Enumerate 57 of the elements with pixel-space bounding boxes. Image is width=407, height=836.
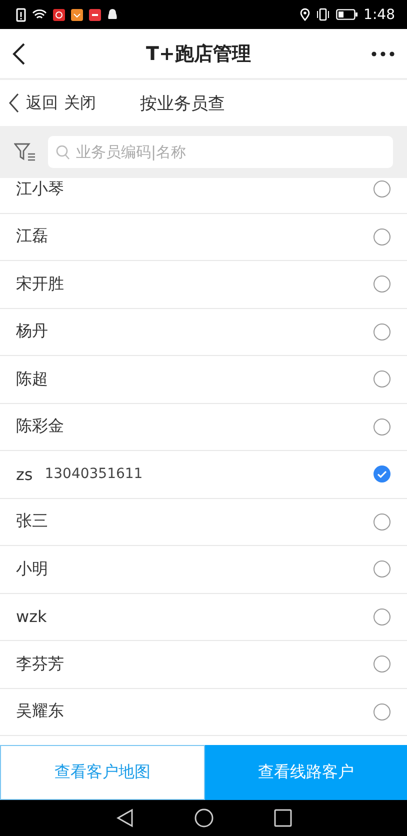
salesperson-name: 小明 (16, 558, 48, 580)
status-time: 1:48 (364, 6, 395, 22)
radio-button[interactable] (373, 655, 391, 674)
salesperson-name: 吴耀东 (16, 701, 64, 722)
radio-button[interactable] (373, 465, 391, 484)
back-icon[interactable] (12, 42, 26, 66)
salesperson-name: 江小琴 (16, 178, 64, 200)
salesperson-name: 宋开胜 (16, 274, 64, 295)
radio-button[interactable] (373, 322, 391, 341)
radio-button[interactable] (373, 512, 391, 531)
battery-icon (336, 9, 358, 20)
salesperson-item[interactable]: 张三 (0, 498, 407, 546)
radio-button[interactable] (373, 228, 391, 246)
app-title: T+跑店管理 (145, 42, 252, 66)
close-link[interactable]: 关闭 (64, 92, 96, 114)
more-icon[interactable] (371, 50, 395, 56)
filter-icon[interactable] (14, 143, 36, 161)
salesperson-name: 陈彩金 (16, 416, 64, 438)
radio-button[interactable] (373, 180, 391, 198)
salesperson-item[interactable]: wzk (0, 594, 407, 641)
salesperson-code: 13040351611 (44, 466, 144, 482)
salesperson-item[interactable]: 吴耀东 (0, 688, 407, 736)
radio-button[interactable] (373, 275, 391, 294)
salesperson-item[interactable]: 陈超 (0, 356, 407, 404)
radio-button[interactable] (373, 418, 391, 436)
radio-button[interactable] (373, 608, 391, 626)
salesperson-item[interactable]: 江磊 (0, 214, 407, 261)
back-link[interactable]: 返回 (26, 92, 58, 114)
home-icon[interactable] (194, 808, 214, 828)
salesperson-item[interactable]: 李芬芳 (0, 641, 407, 688)
location-icon (300, 8, 310, 21)
app-notification-icon (53, 8, 65, 20)
salesperson-name: 李芬芳 (16, 654, 64, 675)
radio-button[interactable] (373, 370, 391, 388)
sim-alert-icon (16, 8, 26, 22)
page-title: 按业务员查 (140, 92, 225, 114)
recents-icon[interactable] (274, 809, 292, 827)
salesperson-item[interactable]: 杨丹 (0, 308, 407, 356)
salesperson-name: 杨丹 (16, 321, 48, 342)
salesperson-item[interactable]: zs 13040351611 (0, 451, 407, 498)
salesperson-item[interactable]: 小明 (0, 546, 407, 594)
salesperson-name: wzk (16, 607, 47, 626)
salesperson-name: 张三 (16, 511, 48, 532)
salesperson-name: 陈超 (16, 368, 48, 390)
radio-button[interactable] (373, 560, 391, 578)
salesperson-name: 江磊 (16, 226, 48, 248)
app-notification-icon (71, 8, 83, 20)
salesperson-item[interactable]: 江小琴 (0, 178, 407, 214)
salesperson-item[interactable]: 宋开胜 (0, 261, 407, 308)
salesperson-name: zs (16, 464, 33, 484)
vibrate-icon (316, 8, 330, 21)
radio-button[interactable] (373, 702, 391, 721)
wifi-icon (32, 8, 47, 20)
search-field[interactable]: 业务员编码|名称 (48, 136, 393, 168)
back-icon[interactable] (8, 92, 20, 114)
app-notification-icon (89, 8, 101, 20)
salesperson-item[interactable]: 陈彩金 (0, 404, 407, 451)
